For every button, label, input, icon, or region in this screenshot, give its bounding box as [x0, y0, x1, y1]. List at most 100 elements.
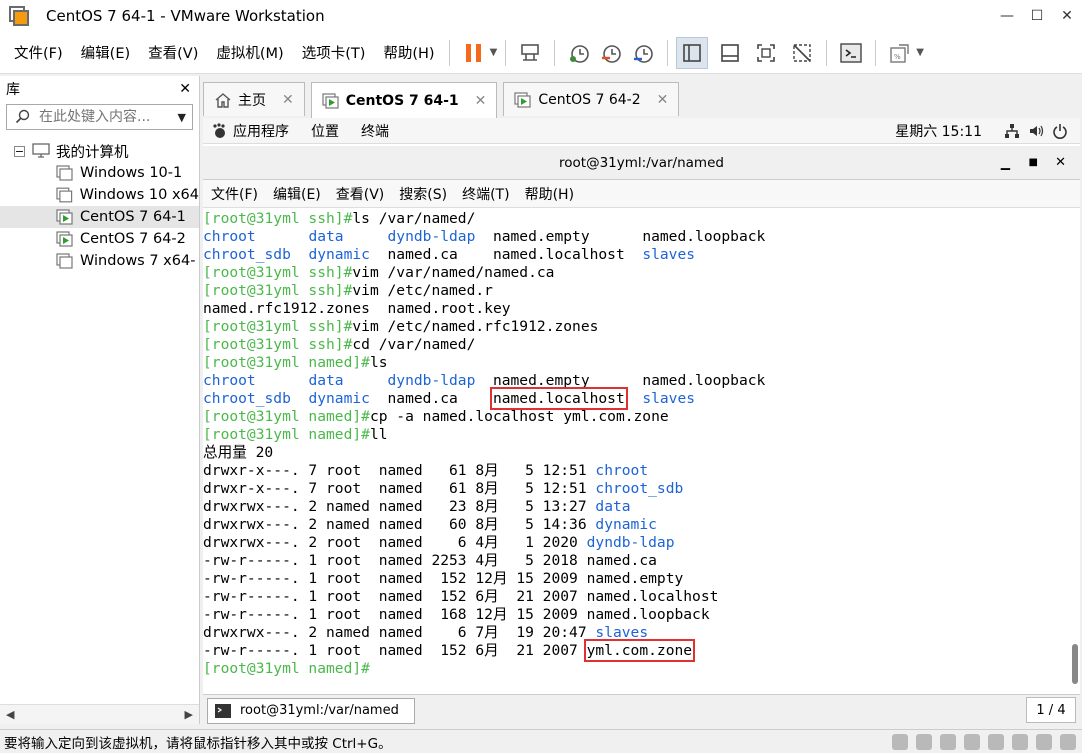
send-ctrl-alt-del-icon[interactable] — [514, 37, 546, 69]
scroll-right-icon[interactable]: ▶ — [185, 708, 193, 721]
directory-name: dynamic — [595, 516, 657, 533]
volume-icon[interactable] — [1028, 123, 1044, 139]
output-text: drwxrwx---. 2 named named 23 8月 5 13:27 — [203, 498, 596, 515]
tree-vm-windows-10-x64[interactable]: Windows 10 x64 — [0, 184, 199, 206]
shell-command: ls /var/named/ — [352, 210, 476, 227]
tree-vm-centos-7-64-1[interactable]: CentOS 7 64-1 — [0, 206, 199, 228]
menu-help[interactable]: 帮助(H) — [383, 42, 434, 63]
workspace-indicator[interactable]: 1 / 4 — [1026, 697, 1076, 723]
terminal-menu-edit[interactable]: 编辑(E) — [273, 184, 321, 204]
vm-running-icon — [56, 209, 73, 225]
terminal-menu-view[interactable]: 查看(V) — [336, 184, 385, 204]
library-close-icon[interactable]: ✕ — [179, 81, 191, 97]
tab-centos-7-64-1[interactable]: CentOS 7 64-1 ✕ — [310, 82, 498, 118]
console-view-icon[interactable] — [835, 37, 867, 69]
terminal-maximize-icon[interactable]: ■ — [1029, 157, 1038, 168]
sound-card-icon[interactable] — [988, 734, 1004, 750]
library-search-input[interactable] — [39, 109, 169, 125]
library-hscrollbar[interactable]: ◀ ▶ — [0, 704, 199, 724]
output-text: 总用量 20 — [203, 444, 274, 461]
terminal-scrollbar[interactable] — [1070, 210, 1078, 690]
tree-vm-windows-7-x64[interactable]: Windows 7 x64- — [0, 250, 199, 272]
menu-view[interactable]: 查看(V) — [148, 42, 198, 63]
terminal-menu-terminal[interactable]: 终端(T) — [462, 184, 509, 204]
vm-display[interactable]: 应用程序 位置 终端 星期六 15:11 root@31yml:/var/nam… — [203, 118, 1080, 694]
menu-tabs[interactable]: 选项卡(T) — [302, 42, 366, 63]
gnome-places-menu[interactable]: 位置 — [311, 121, 339, 141]
menu-edit[interactable]: 编辑(E) — [81, 42, 130, 63]
terminal-menu-search[interactable]: 搜索(S) — [399, 184, 447, 204]
terminal-close-icon[interactable]: ✕ — [1055, 155, 1066, 170]
network-icon[interactable] — [1004, 123, 1020, 139]
vm-icon — [56, 165, 73, 181]
full-screen-icon[interactable] — [750, 37, 782, 69]
tree-vm-windows-10-1[interactable]: Windows 10-1 — [0, 162, 199, 184]
scroll-left-icon[interactable]: ◀ — [6, 708, 14, 721]
network-adapter-icon[interactable] — [940, 734, 956, 750]
terminal-line: [root@31yml ssh]#vim /var/named/named.ca — [203, 264, 1068, 282]
menu-file[interactable]: 文件(F) — [14, 42, 63, 63]
computer-icon — [32, 143, 50, 158]
terminal-output[interactable]: [root@31yml ssh]#ls /var/named/chroot da… — [203, 210, 1068, 694]
tab-close-icon[interactable]: ✕ — [282, 92, 294, 108]
hard-disk-icon[interactable] — [892, 734, 908, 750]
gnome-clock[interactable]: 星期六 15:11 — [895, 121, 982, 141]
terminal-titlebar: root@31yml:/var/named ▁ ■ ✕ — [203, 146, 1080, 180]
close-button[interactable]: ✕ — [1050, 0, 1082, 32]
library-search[interactable]: ▼ — [6, 104, 193, 130]
window-title: CentOS 7 64-1 - VMware Workstation — [46, 7, 325, 25]
status-text: 要将输入定向到该虚拟机，请将鼠标指针移入其中或按 Ctrl+G。 — [4, 735, 392, 752]
terminal-line: drwxr-x---. 7 root named 61 8月 5 12:51 c… — [203, 480, 1068, 498]
revert-snapshot-icon[interactable] — [595, 37, 627, 69]
chevron-down-icon[interactable]: ▼ — [490, 47, 498, 58]
pause-icon[interactable] — [458, 37, 490, 69]
tab-home[interactable]: 主页 ✕ — [203, 82, 305, 116]
terminal-minimize-icon[interactable]: ▁ — [1001, 156, 1010, 170]
minimize-button[interactable]: — — [990, 0, 1024, 32]
display-icon[interactable] — [1036, 734, 1052, 750]
vm-icon — [56, 187, 73, 203]
gnome-applications-menu[interactable]: 应用程序 — [233, 121, 289, 141]
shell-prompt: [root@31yml ssh]# — [203, 318, 353, 335]
home-icon — [215, 92, 231, 108]
output-text: drwxr-x---. 7 root named 61 8月 5 12:51 — [203, 462, 596, 479]
maximize-button[interactable]: ☐ — [1020, 0, 1054, 32]
output-text: -rw-r-----. 1 root named 152 6月 21 2007 … — [203, 588, 719, 605]
message-icon[interactable] — [1060, 734, 1076, 750]
directory-name: dynamic — [308, 246, 388, 263]
menu-vm[interactable]: 虚拟机(M) — [216, 42, 283, 63]
gnome-terminal-menu[interactable]: 终端 — [361, 121, 389, 141]
terminal-line: [root@31yml named]#ll — [203, 426, 1068, 444]
terminal-menu-file[interactable]: 文件(F) — [211, 184, 258, 204]
tree-root-my-computer[interactable]: − 我的计算机 — [0, 140, 199, 162]
tree-vm-centos-7-64-2[interactable]: CentOS 7 64-2 — [0, 228, 199, 250]
usb-icon[interactable] — [964, 734, 980, 750]
snapshot-manager-icon[interactable] — [627, 37, 659, 69]
output-text: drwxrwx---. 2 root named 6 4月 1 2020 — [203, 534, 587, 551]
library-title: 库 — [6, 82, 20, 98]
collapse-icon[interactable]: − — [14, 145, 25, 157]
shell-command: vim /etc/named.r — [352, 282, 493, 299]
show-library-icon[interactable] — [676, 36, 709, 69]
taskbar-terminal-button[interactable]: root@31yml:/var/named — [207, 697, 415, 724]
terminal-menu-help[interactable]: 帮助(H) — [525, 184, 574, 204]
scrollbar-thumb[interactable] — [1072, 644, 1078, 684]
tab-label: CentOS 7 64-2 — [538, 91, 641, 108]
shell-command: ls — [369, 354, 388, 371]
tab-close-icon[interactable]: ✕ — [475, 93, 487, 109]
printer-icon[interactable] — [1012, 734, 1028, 750]
stretch-guest-icon[interactable]: % — [884, 37, 916, 69]
terminal-line: drwxrwx---. 2 named named 60 8月 5 14:36 … — [203, 516, 1068, 534]
cd-dvd-icon[interactable] — [916, 734, 932, 750]
tab-centos-7-64-2[interactable]: CentOS 7 64-2 ✕ — [503, 82, 680, 116]
terminal-icon — [215, 703, 231, 718]
chevron-down-icon[interactable]: ▼ — [916, 47, 924, 58]
thumbnail-bar-icon[interactable] — [714, 37, 746, 69]
tab-close-icon[interactable]: ✕ — [657, 92, 669, 108]
power-icon[interactable] — [1052, 123, 1068, 139]
unity-icon[interactable] — [786, 37, 818, 69]
snapshot-icon[interactable] — [563, 37, 595, 69]
tree-root-label: 我的计算机 — [56, 144, 129, 161]
chevron-down-icon[interactable]: ▼ — [178, 111, 186, 124]
toolbar-separator — [448, 39, 450, 66]
